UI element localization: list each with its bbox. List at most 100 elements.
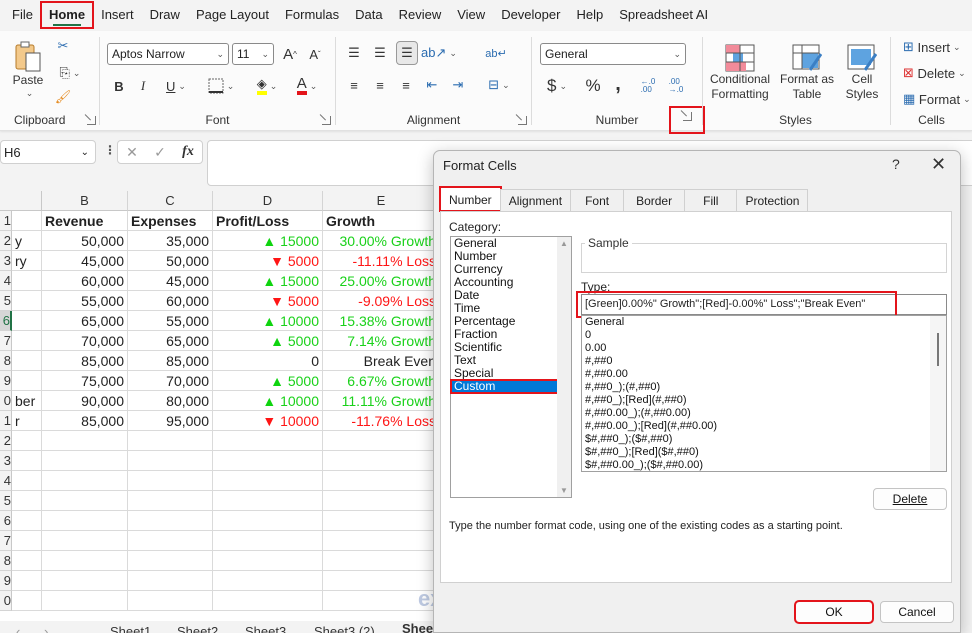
row-header[interactable]: 6 [0, 311, 12, 331]
delete-cells-button[interactable]: ⊠ Delete ⌄ [903, 63, 972, 83]
empty-cell[interactable] [323, 431, 440, 451]
format-code-item[interactable]: $#,##0.00_);($#,##0.00) [582, 459, 946, 471]
empty-cell[interactable] [128, 451, 213, 471]
column-header-b[interactable]: B [42, 191, 128, 211]
empty-cell[interactable] [323, 491, 440, 511]
format-code-item[interactable]: General [582, 316, 946, 329]
scroll-thumb[interactable] [937, 333, 939, 366]
format-code-item[interactable]: #,##0 [582, 355, 946, 368]
bold-button[interactable]: B [111, 76, 127, 96]
percent-button[interactable]: % [582, 75, 604, 97]
cell-expenses[interactable]: 70,000 [128, 371, 213, 391]
empty-cell[interactable] [12, 431, 42, 451]
row-header[interactable]: 4 [0, 271, 12, 291]
increase-indent-button[interactable]: ⇥ [448, 75, 468, 95]
cell-profit-loss[interactable]: ▼ 5000 [213, 251, 323, 271]
select-all-corner[interactable] [0, 191, 42, 211]
empty-cell[interactable] [323, 451, 440, 471]
close-button[interactable]: ✕ [931, 154, 946, 175]
cell-expenses[interactable]: 65,000 [128, 331, 213, 351]
empty-cell[interactable] [42, 571, 128, 591]
cell-profit-loss[interactable]: ▼ 10000 [213, 411, 323, 431]
cell-revenue[interactable]: 85,000 [42, 351, 128, 371]
format-code-item[interactable]: #,##0_);(#,##0) [582, 381, 946, 394]
row-header[interactable]: 8 [0, 551, 12, 571]
row-header[interactable]: 8 [0, 351, 12, 371]
empty-cell[interactable] [42, 451, 128, 471]
ok-button[interactable]: OK [794, 600, 874, 624]
cell-expenses[interactable]: 85,000 [128, 351, 213, 371]
cell-growth[interactable]: -11.76% Loss [323, 411, 440, 431]
grow-font-button[interactable]: A ^ [280, 43, 300, 65]
comma-button[interactable]: , [610, 73, 626, 95]
format-list-scrollbar[interactable] [930, 316, 946, 471]
column-header-e[interactable]: E [323, 191, 440, 211]
row-header[interactable]: 4 [0, 471, 12, 491]
clipboard-launcher[interactable] [87, 116, 96, 125]
cell-growth[interactable]: 15.38% Growth [323, 311, 440, 331]
empty-cell[interactable] [12, 511, 42, 531]
row-header[interactable]: 1 [0, 211, 12, 231]
row-header[interactable]: 1 [0, 411, 12, 431]
cell-profit-loss[interactable]: ▼ 5000 [213, 291, 323, 311]
enter-icon[interactable]: ✓ [154, 144, 166, 161]
cell-growth[interactable]: -11.11% Loss [323, 251, 440, 271]
category-item[interactable]: Custom [450, 379, 559, 394]
row-header[interactable]: 6 [0, 511, 12, 531]
cell-profit-loss[interactable]: ▲ 10000 [213, 311, 323, 331]
cell-month[interactable] [12, 271, 42, 291]
cell-expenses[interactable]: 45,000 [128, 271, 213, 291]
cell-revenue[interactable]: 65,000 [42, 311, 128, 331]
decrease-indent-button[interactable]: ⇤ [422, 75, 442, 95]
empty-cell[interactable] [213, 531, 323, 551]
format-code-list[interactable]: General 0 0.00 #,##0 #,##0.00 #,##0_);(#,##0)… [581, 315, 947, 472]
cell-profit-loss[interactable]: ▲ 15000 [213, 231, 323, 251]
cell-revenue[interactable]: 55,000 [42, 291, 128, 311]
menu-view[interactable]: View [449, 2, 493, 28]
row-header[interactable]: 7 [0, 331, 12, 351]
cell-growth[interactable]: Break Even [323, 351, 440, 371]
empty-cell[interactable] [128, 571, 213, 591]
font-name-select[interactable]: Aptos Narrow ⌄ [107, 43, 229, 65]
cell-revenue[interactable]: 70,000 [42, 331, 128, 351]
insert-cells-button[interactable]: ⊞ Insert ⌄ [903, 37, 972, 57]
format-code-item[interactable]: 0.00 [582, 342, 946, 355]
number-format-launcher[interactable] [683, 112, 692, 121]
format-as-table-button[interactable]: Format as Table [777, 39, 837, 107]
decrease-decimal-button[interactable]: .00 →.0 [664, 75, 688, 97]
insert-function-button[interactable]: fx [182, 144, 194, 160]
cell-month[interactable] [12, 351, 42, 371]
scroll-down-icon[interactable]: ▼ [557, 486, 571, 495]
cell-expenses-header[interactable]: Expenses [128, 211, 213, 231]
delete-button[interactable]: Delete [873, 488, 947, 510]
cell-profit-loss[interactable]: ▲ 5000 [213, 371, 323, 391]
underline-button[interactable]: U ⌄ [161, 76, 191, 96]
format-code-item[interactable]: #,##0_);[Red](#,##0) [582, 394, 946, 407]
tab-protection[interactable]: Protection [736, 189, 809, 211]
format-painter-button[interactable]: 🖌 [55, 88, 72, 106]
empty-cell[interactable] [128, 591, 213, 611]
format-cells-button[interactable]: ▦ Format ⌄ [903, 89, 972, 109]
cell-growth-header[interactable]: Growth [323, 211, 440, 231]
cell-profit-loss-header[interactable]: Profit/Loss [213, 211, 323, 231]
cell-growth[interactable]: 6.67% Growth [323, 371, 440, 391]
empty-cell[interactable] [323, 551, 440, 571]
row-header[interactable]: 3 [0, 251, 12, 271]
empty-cell[interactable] [213, 451, 323, 471]
increase-decimal-button[interactable]: ←.0.00 [636, 75, 660, 97]
format-code-item[interactable]: 0 [582, 329, 946, 342]
empty-cell[interactable] [323, 531, 440, 551]
empty-cell[interactable] [42, 591, 128, 611]
menu-spreadsheet-ai[interactable]: Spreadsheet AI [611, 2, 716, 28]
align-left-button[interactable]: ≡ [344, 75, 364, 95]
orientation-button[interactable]: ab↗ ⌄ [421, 43, 457, 63]
empty-cell[interactable] [12, 491, 42, 511]
empty-cell[interactable] [12, 571, 42, 591]
menu-home[interactable]: Home [39, 1, 95, 29]
format-code-item[interactable]: #,##0.00_);(#,##0.00) [582, 407, 946, 420]
cut-button[interactable]: ✂ [55, 37, 71, 55]
empty-cell[interactable] [213, 471, 323, 491]
font-launcher[interactable] [322, 116, 331, 125]
row-header[interactable]: 9 [0, 371, 12, 391]
empty-cell[interactable] [42, 431, 128, 451]
